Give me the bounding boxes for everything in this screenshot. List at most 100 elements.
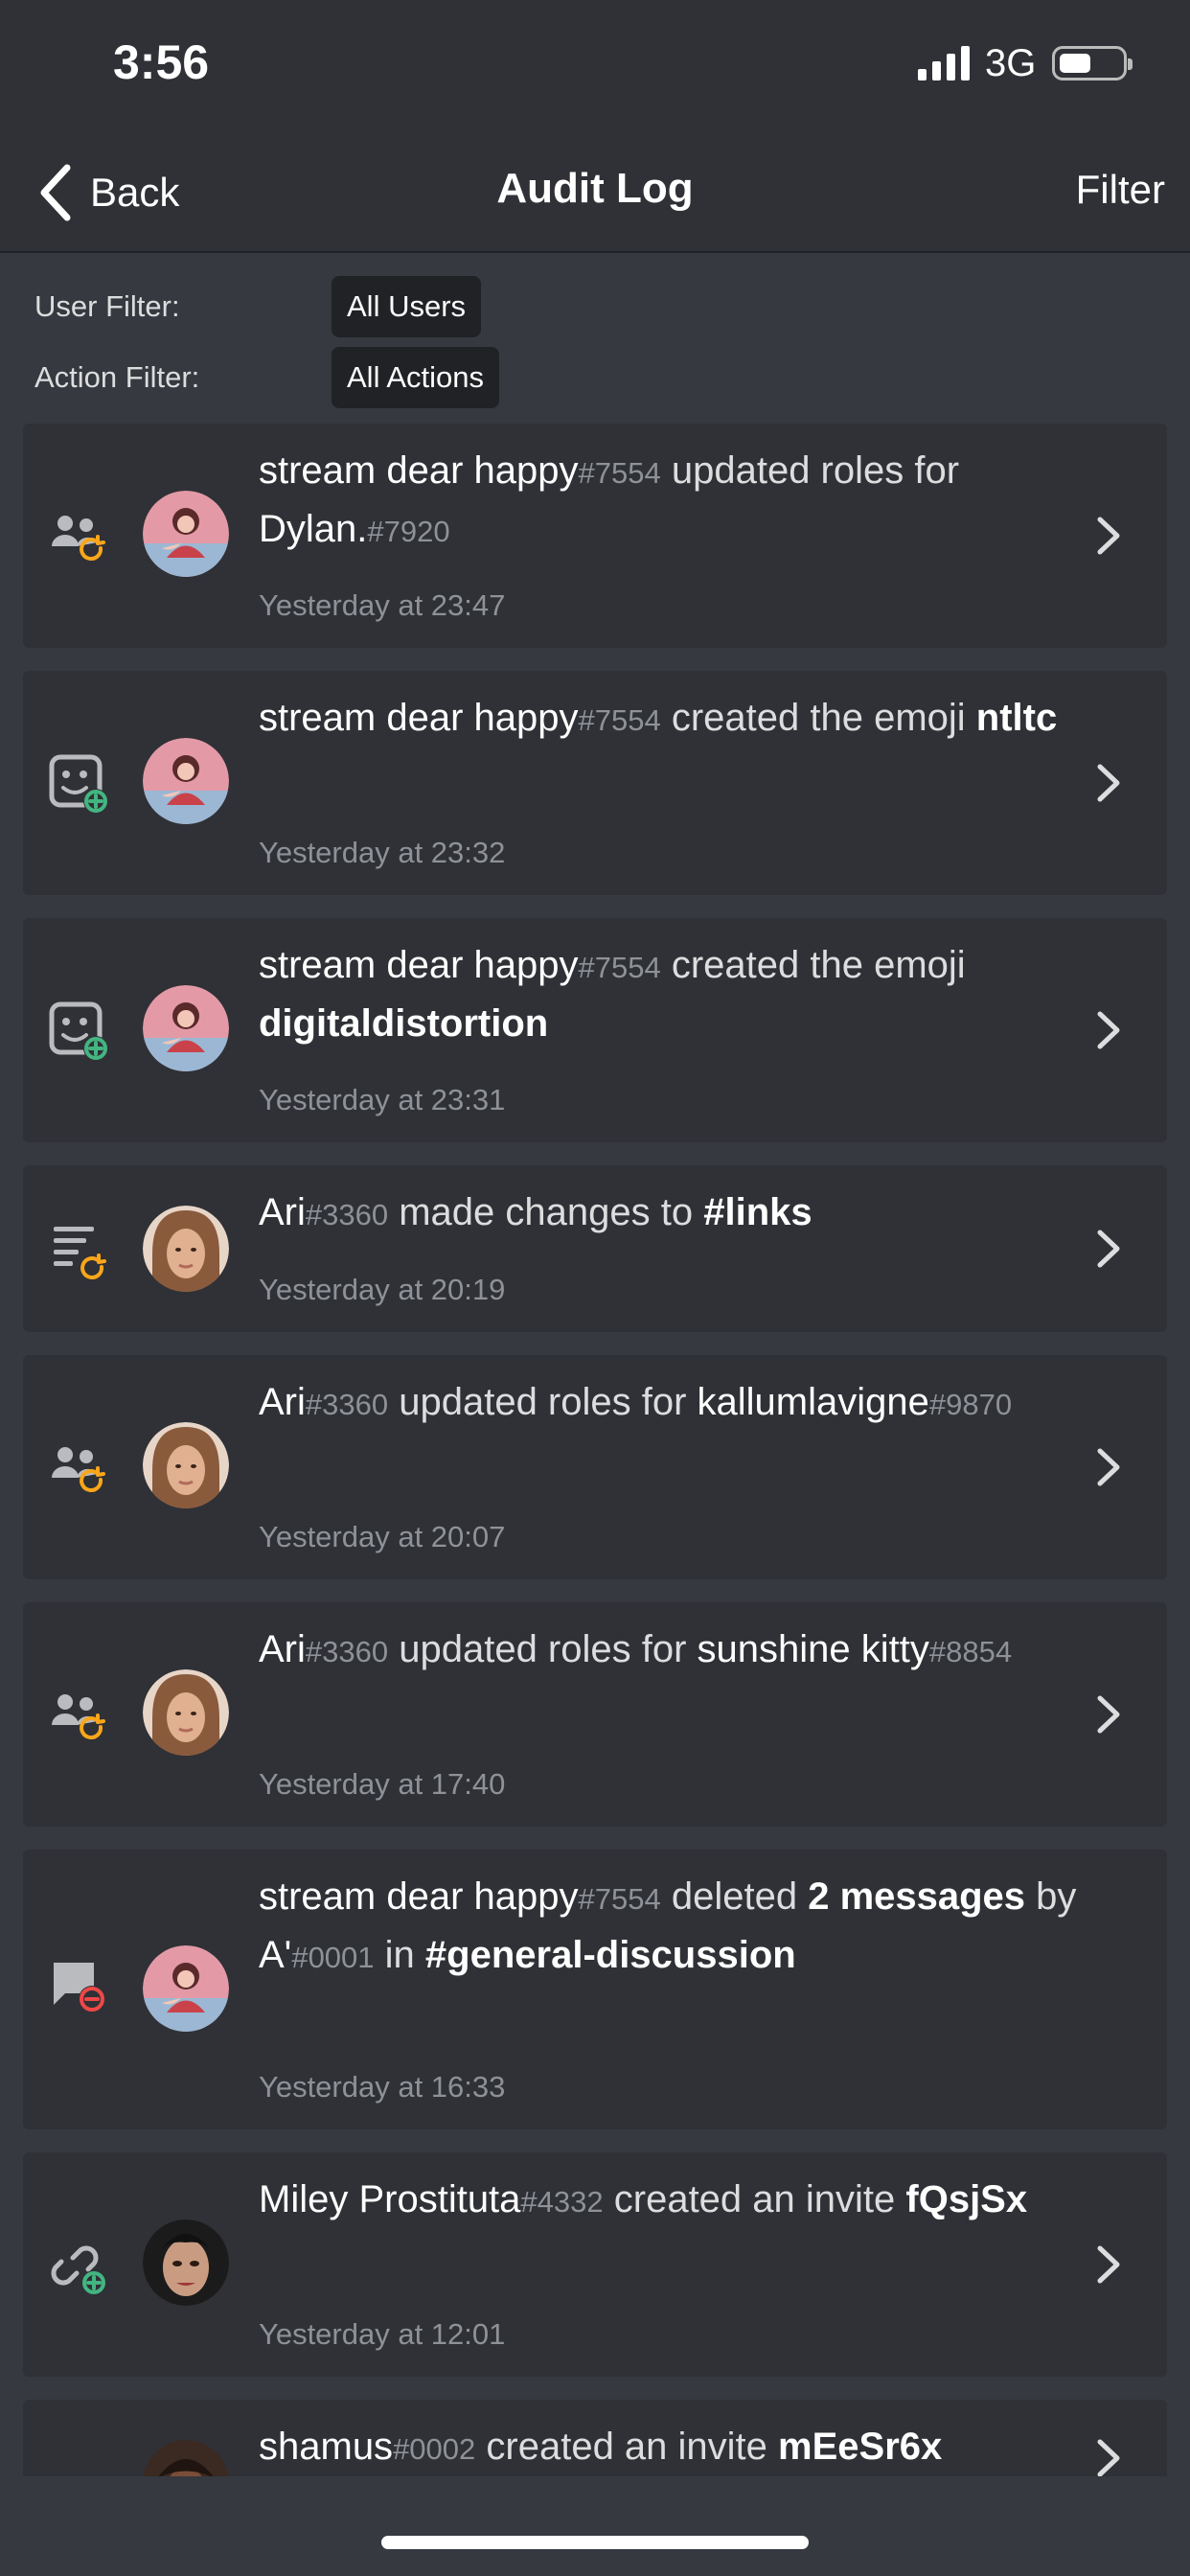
avatar bbox=[143, 491, 229, 577]
avatar bbox=[143, 1945, 229, 2032]
entry-description: stream dear happy#7554 updated roles for… bbox=[259, 449, 960, 550]
avatar bbox=[143, 2220, 229, 2306]
avatar bbox=[143, 1669, 229, 1756]
actor-name: Ari bbox=[259, 1628, 306, 1670]
actor-discriminator: #7554 bbox=[578, 951, 661, 984]
entry-timestamp: Yesterday at 17:40 bbox=[259, 1767, 506, 1801]
target-emoji: digitaldistortion bbox=[259, 1002, 549, 1045]
entry-timestamp: Yesterday at 20:07 bbox=[259, 1520, 506, 1553]
chevron-left-icon bbox=[40, 164, 71, 221]
user-filter-label: User Filter: bbox=[34, 289, 180, 323]
actor-name: shamus bbox=[259, 2426, 394, 2468]
audit-log-entry[interactable]: shamus#0002 created an invite mEeSr6x bbox=[23, 2400, 1167, 2476]
status-bar: 3:56 3G bbox=[0, 0, 1190, 134]
actor-discriminator: #7554 bbox=[578, 456, 661, 490]
action-filter-row: Action Filter: All Actions bbox=[0, 347, 1190, 408]
audit-log-entry[interactable]: stream dear happy#7554 deleted 2 message… bbox=[23, 1850, 1167, 2129]
actor-discriminator: #3360 bbox=[305, 1388, 389, 1421]
actor-discriminator: #7554 bbox=[578, 1882, 661, 1916]
entry-timestamp: Yesterday at 20:19 bbox=[259, 1273, 506, 1306]
entry-description: Ari#3360 made changes to #links bbox=[259, 1191, 812, 1233]
audit-log-entry[interactable]: stream dear happy#7554 created the emoji… bbox=[23, 671, 1167, 895]
actor-name: stream dear happy bbox=[259, 697, 579, 739]
audit-log-entry[interactable]: Ari#3360 updated roles for sunshine kitt… bbox=[23, 1602, 1167, 1827]
actor-name: stream dear happy bbox=[259, 449, 579, 492]
channel-update-icon bbox=[48, 1219, 111, 1282]
target-user: A' bbox=[259, 1934, 292, 1976]
actor-discriminator: #3360 bbox=[305, 1635, 389, 1668]
chevron-right-icon bbox=[1096, 516, 1121, 556]
battery-icon bbox=[1052, 46, 1133, 80]
action-filter-select[interactable]: All Actions bbox=[332, 347, 500, 408]
avatar bbox=[143, 1206, 229, 1292]
action-filter-label: Action Filter: bbox=[34, 360, 200, 394]
network-type: 3G bbox=[985, 42, 1037, 84]
entry-description: Miley Prostituta#4332 created an invite … bbox=[259, 2178, 1028, 2220]
actor-discriminator: #0002 bbox=[393, 2432, 476, 2466]
actor-discriminator: #7554 bbox=[578, 703, 661, 737]
home-indicator[interactable] bbox=[381, 2536, 809, 2549]
emoji-create-icon bbox=[48, 1000, 111, 1064]
audit-log-entry[interactable]: stream dear happy#7554 created the emoji… bbox=[23, 918, 1167, 1142]
audit-log-list: stream dear happy#7554 updated roles for… bbox=[23, 424, 1167, 2476]
roles-update-icon bbox=[48, 510, 111, 573]
entry-description: stream dear happy#7554 created the emoji… bbox=[259, 944, 966, 1045]
avatar bbox=[143, 2440, 229, 2476]
back-button[interactable]: Back bbox=[36, 161, 179, 224]
bottom-safe-area bbox=[0, 2476, 1190, 2576]
chevron-right-icon bbox=[1096, 763, 1121, 803]
invite-create-icon bbox=[48, 2235, 111, 2298]
actor-discriminator: #3360 bbox=[305, 1198, 389, 1231]
target-user: kallumlavigne bbox=[697, 1381, 929, 1423]
avatar bbox=[143, 985, 229, 1071]
actor-name: Ari bbox=[259, 1381, 306, 1423]
entry-description: Ari#3360 updated roles for sunshine kitt… bbox=[259, 1628, 1013, 1670]
target-user: sunshine kitty bbox=[697, 1628, 929, 1670]
target-channel: #general-discussion bbox=[424, 1934, 796, 1976]
actor-name: stream dear happy bbox=[259, 944, 579, 986]
back-label: Back bbox=[90, 170, 180, 215]
chevron-right-icon bbox=[1096, 2244, 1121, 2285]
target-user: Dylan. bbox=[259, 508, 368, 550]
entry-timestamp: Yesterday at 16:33 bbox=[259, 2070, 506, 2104]
invite-code: fQsjSx bbox=[905, 2178, 1028, 2220]
actor-name: Miley Prostituta bbox=[259, 2178, 521, 2220]
user-filter-select[interactable]: All Users bbox=[332, 276, 482, 337]
actor-name: Ari bbox=[259, 1191, 306, 1233]
avatar bbox=[143, 1422, 229, 1508]
navigation-bar: Back Audit Log Filter bbox=[0, 134, 1190, 253]
roles-update-icon bbox=[48, 1689, 111, 1752]
avatar bbox=[143, 738, 229, 824]
status-time: 3:56 bbox=[113, 35, 210, 89]
user-filter-row: User Filter: All Users bbox=[0, 276, 1190, 337]
actor-name: stream dear happy bbox=[259, 1875, 579, 1918]
emoji-create-icon bbox=[48, 753, 111, 816]
actor-discriminator: #4332 bbox=[520, 2185, 604, 2219]
audit-log-entry[interactable]: Miley Prostituta#4332 created an invite … bbox=[23, 2152, 1167, 2377]
entry-description: stream dear happy#7554 deleted 2 message… bbox=[259, 1875, 1077, 1976]
target-channel: #links bbox=[703, 1191, 812, 1233]
target-emoji: ntltc bbox=[975, 697, 1058, 739]
entry-description: Ari#3360 updated roles for kallumlavigne… bbox=[259, 1381, 1013, 1423]
audit-log-entry[interactable]: Ari#3360 made changes to #links Yesterda… bbox=[23, 1165, 1167, 1332]
filter-section: User Filter: All Users Action Filter: Al… bbox=[0, 253, 1190, 422]
entry-timestamp: Yesterday at 23:32 bbox=[259, 836, 506, 869]
chevron-right-icon bbox=[1096, 2438, 1121, 2476]
cellular-signal-icon bbox=[918, 46, 970, 80]
message-delete-icon bbox=[48, 1957, 111, 2020]
chevron-right-icon bbox=[1096, 1694, 1121, 1735]
invite-code: mEeSr6x bbox=[778, 2426, 943, 2468]
entry-description: stream dear happy#7554 created the emoji… bbox=[259, 697, 1058, 739]
filter-button[interactable]: Filter bbox=[1076, 167, 1165, 213]
entry-timestamp: Yesterday at 23:31 bbox=[259, 1083, 506, 1116]
audit-log-entry[interactable]: stream dear happy#7554 updated roles for… bbox=[23, 424, 1167, 648]
entry-timestamp: Yesterday at 23:47 bbox=[259, 588, 506, 622]
entry-description: shamus#0002 created an invite mEeSr6x bbox=[259, 2426, 943, 2468]
roles-update-icon bbox=[48, 1441, 111, 1505]
chevron-right-icon bbox=[1096, 1447, 1121, 1487]
chevron-right-icon bbox=[1096, 1010, 1121, 1050]
audit-log-entry[interactable]: Ari#3360 updated roles for kallumlavigne… bbox=[23, 1355, 1167, 1579]
message-count: 2 messages bbox=[808, 1875, 1026, 1918]
entry-timestamp: Yesterday at 12:01 bbox=[259, 2317, 506, 2351]
chevron-right-icon bbox=[1096, 1229, 1121, 1269]
